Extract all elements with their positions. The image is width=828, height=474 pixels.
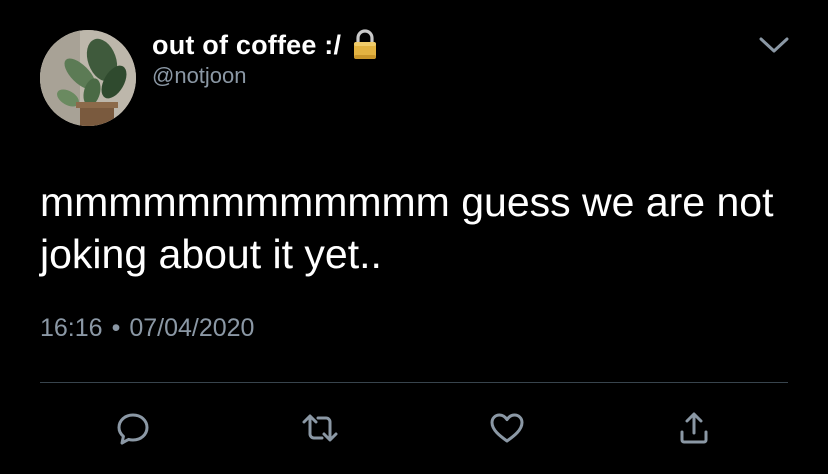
lock-icon [351,29,379,61]
meta-separator: • [111,314,121,342]
user-handle[interactable]: @notjoon [152,63,247,89]
tweet-timestamp[interactable]: 16:16 • 07/04/2020 [40,314,254,343]
display-name[interactable]: out of coffee :/ [152,30,341,61]
divider [40,382,788,383]
tweet-date: 07/04/2020 [129,314,255,342]
avatar[interactable] [40,30,136,126]
avatar-plant-photo [40,30,136,126]
share-icon [680,412,708,444]
tweet-text: mmmmmmmmmmmm guess we are not joking abo… [40,179,774,277]
like-button[interactable] [485,406,529,450]
more-options-button[interactable] [756,30,792,60]
share-button[interactable] [672,406,716,450]
heart-icon [490,413,524,443]
action-bar [0,400,828,456]
tweet-card: out of coffee :/ @notjoon mmmmmmmmmmmm g… [0,0,828,474]
reply-button[interactable] [111,406,155,450]
retweet-button[interactable] [298,406,342,450]
reply-icon [117,413,149,445]
retweet-icon [302,414,338,442]
display-name-row: out of coffee :/ [152,28,379,62]
chevron-down-icon [759,37,789,53]
tweet-time: 16:16 [40,314,103,342]
